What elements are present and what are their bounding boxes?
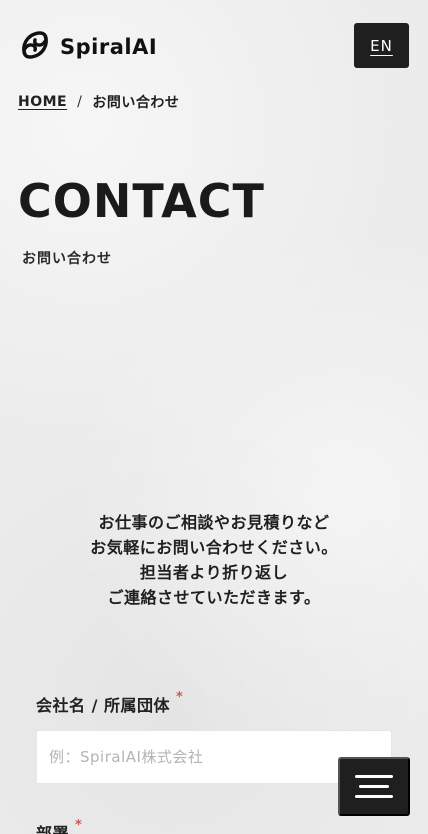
department-label: 部署 *: [36, 818, 392, 834]
breadcrumb-current: お問い合わせ: [92, 95, 180, 111]
breadcrumb: HOME / お問い合わせ: [18, 92, 179, 112]
page-subtitle: お問い合わせ: [22, 251, 112, 267]
company-label-text: 会社名 / 所属団体: [36, 696, 170, 715]
page-title: CONTACT: [18, 174, 265, 228]
site-logo-link[interactable]: SpiralAI: [18, 28, 157, 66]
intro-line: お気軽にお問い合わせください。: [90, 538, 338, 557]
company-label: 会社名 / 所属団体 *: [36, 690, 392, 716]
intro-line: ご連絡させていただきます。: [107, 588, 321, 607]
spiral-logo-icon: [18, 28, 52, 66]
hamburger-menu-icon: [355, 775, 393, 798]
department-label-text: 部署: [36, 824, 70, 834]
hamburger-menu-button[interactable]: [338, 757, 410, 816]
breadcrumb-home-link[interactable]: HOME: [18, 94, 67, 110]
department-field: 部署 *: [36, 818, 392, 834]
required-mark: *: [75, 818, 83, 833]
intro-line: 担当者より折り返し: [139, 563, 289, 582]
intro-line: お仕事のご相談やお見積りなど: [98, 513, 330, 532]
breadcrumb-separator: /: [77, 94, 83, 110]
required-mark: *: [176, 690, 184, 705]
site-header: SpiralAI EN: [0, 0, 428, 88]
intro-text: お仕事のご相談やお見積りなど お気軽にお問い合わせください。 担当者より折り返し…: [0, 510, 428, 610]
language-en-button[interactable]: EN: [354, 23, 409, 68]
logo-text: SpiralAI: [60, 35, 158, 59]
